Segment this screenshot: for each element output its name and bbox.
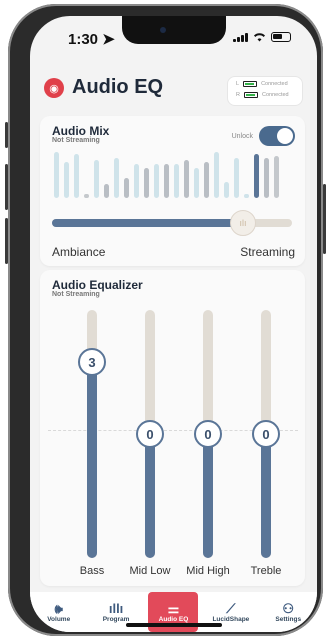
level-bar — [54, 152, 59, 198]
phone-frame: 1:30 ➤ ◉ Audio EQ L Connected R Connecte… — [5, 4, 326, 636]
level-bar — [194, 168, 199, 198]
level-bar — [214, 152, 219, 198]
side-button — [5, 164, 8, 210]
level-bar — [144, 168, 149, 198]
signal-icon — [233, 32, 248, 42]
eq-knob[interactable]: 0 — [194, 420, 222, 448]
eq-slider-treble[interactable]: 0 — [252, 310, 280, 558]
side-button — [323, 184, 326, 254]
eq-value: 0 — [262, 426, 270, 442]
eq-value: 0 — [146, 426, 154, 442]
battery-icon — [243, 92, 258, 98]
mix-level-bars — [54, 152, 296, 198]
grip-icon: ılı — [239, 218, 247, 228]
eq-knob[interactable]: 3 — [78, 348, 106, 376]
mix-slider-thumb[interactable]: ılı — [230, 210, 256, 236]
tab-label: Volume — [47, 615, 71, 623]
level-bar — [224, 182, 229, 198]
level-bar — [64, 162, 69, 198]
connection-label: Connected — [261, 92, 289, 98]
unlock-toggle[interactable] — [259, 126, 295, 146]
connection-right: R Connected — [236, 92, 289, 98]
tab-label: Program — [102, 615, 130, 623]
mix-slider-fill — [52, 219, 238, 227]
notch — [122, 16, 226, 44]
level-bar — [254, 154, 259, 198]
eq-label-mid-low: Mid Low — [129, 565, 171, 577]
unlock-label: Unlock — [231, 133, 253, 140]
level-bar — [94, 160, 99, 198]
eq-slider-mid-high[interactable]: 0 — [194, 310, 222, 558]
level-bar — [234, 158, 239, 198]
level-bar — [134, 164, 139, 198]
level-bar — [104, 184, 109, 198]
program-bars-icon: ıllı — [108, 600, 124, 616]
eq-label-mid-high: Mid High — [186, 565, 230, 577]
home-indicator — [126, 623, 222, 627]
level-bar — [74, 154, 79, 198]
level-bar — [154, 164, 159, 198]
connection-label: Connected — [261, 81, 288, 87]
eq-sliders-icon: ⚌ — [167, 600, 180, 616]
eq-knob[interactable]: 0 — [136, 420, 164, 448]
eq-value: 0 — [204, 426, 212, 442]
level-bar — [114, 158, 119, 198]
connection-status[interactable]: L Connected R Connected — [227, 76, 303, 106]
tab-volume[interactable]: 🕪 Volume — [34, 592, 84, 632]
side-button — [5, 218, 8, 264]
eq-slider-bass[interactable]: 3 — [78, 310, 106, 558]
status-icons — [233, 32, 291, 42]
level-bar — [274, 156, 279, 198]
eq-fill — [261, 434, 271, 558]
tab-settings[interactable]: ⚇ Settings — [263, 592, 313, 632]
level-bar — [124, 178, 129, 198]
user-icon: ⚇ — [282, 600, 295, 616]
level-bar — [204, 162, 209, 198]
level-bar — [184, 160, 189, 198]
wifi-icon — [254, 33, 265, 42]
location-icon: ➤ — [102, 31, 115, 48]
tab-label: Audio EQ — [158, 615, 189, 623]
eq-label-bass: Bass — [79, 565, 105, 577]
audio-mix-subtitle: Not Streaming — [52, 137, 100, 144]
connection-side: R — [236, 92, 240, 98]
side-button — [5, 122, 8, 148]
page-title: Audio EQ — [72, 76, 164, 98]
connection-side: L — [236, 81, 240, 87]
battery-icon — [271, 32, 291, 42]
speaker-icon: 🕪 — [54, 600, 63, 616]
battery-icon — [243, 81, 258, 87]
eq-label-treble: Treble — [250, 565, 282, 577]
level-bar — [84, 194, 89, 198]
camera — [160, 27, 166, 33]
eq-fill — [87, 362, 97, 558]
tab-label: LucidShape — [212, 615, 250, 623]
eq-fill — [203, 434, 213, 558]
eq-slider-mid-low[interactable]: 0 — [136, 310, 164, 558]
screen: 1:30 ➤ ◉ Audio EQ L Connected R Connecte… — [30, 16, 317, 632]
audio-eq-subtitle: Not Streaming — [52, 291, 100, 298]
header: ◉ Audio EQ L Connected R Connected — [30, 66, 317, 110]
connection-left: L Connected — [236, 81, 288, 87]
level-bar — [264, 158, 269, 198]
eq-value: 3 — [88, 354, 96, 370]
audio-mix-card: Audio Mix Not Streaming Unlock ılı Ambia… — [40, 116, 305, 266]
streaming-label: Streaming — [240, 245, 295, 259]
level-bar — [164, 164, 169, 198]
status-time: 1:30 ➤ — [68, 31, 115, 48]
tab-label: Settings — [275, 615, 302, 623]
audio-mix-title: Audio Mix — [52, 124, 110, 138]
eq-fill — [145, 434, 155, 558]
audio-equalizer-card: Audio Equalizer Not Streaming 3 0 0 0 Ba… — [40, 270, 305, 586]
audio-eq-title: Audio Equalizer — [52, 278, 143, 292]
level-bar — [174, 164, 179, 198]
ambiance-label: Ambiance — [52, 245, 106, 259]
chart-line-icon: ⟋ — [226, 600, 236, 616]
app-logo-icon: ◉ — [44, 78, 64, 98]
level-bar — [244, 194, 249, 198]
eq-knob[interactable]: 0 — [252, 420, 280, 448]
